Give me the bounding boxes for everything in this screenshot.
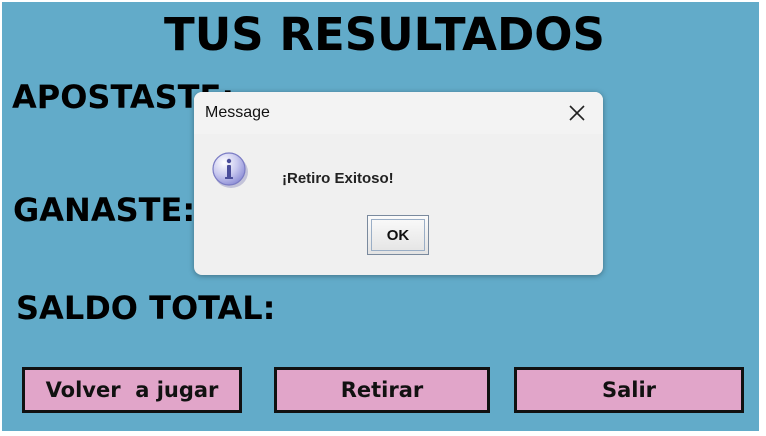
exit-button[interactable]: Salir	[514, 367, 744, 413]
dialog-titlebar[interactable]: Message	[194, 92, 603, 134]
total-balance-label: SALDO TOTAL:	[16, 289, 276, 327]
ok-button[interactable]: OK	[367, 215, 429, 255]
withdraw-button[interactable]: Retirar	[274, 367, 490, 413]
information-icon	[210, 150, 250, 190]
dialog-message: ¡Retiro Exitoso!	[282, 170, 394, 187]
won-label: GANASTE:	[13, 191, 196, 229]
page-title: TUS RESULTADOS	[164, 8, 605, 61]
ok-button-label: OK	[371, 219, 425, 251]
message-dialog: Message ¡Retiro Exitoso! OK	[194, 92, 603, 275]
app-window: TUS RESULTADOS APOSTASTE: GANASTE: SALDO…	[0, 0, 766, 436]
dialog-title: Message	[205, 104, 270, 121]
close-icon[interactable]	[562, 98, 592, 128]
play-again-button[interactable]: Volver a jugar	[22, 367, 242, 413]
